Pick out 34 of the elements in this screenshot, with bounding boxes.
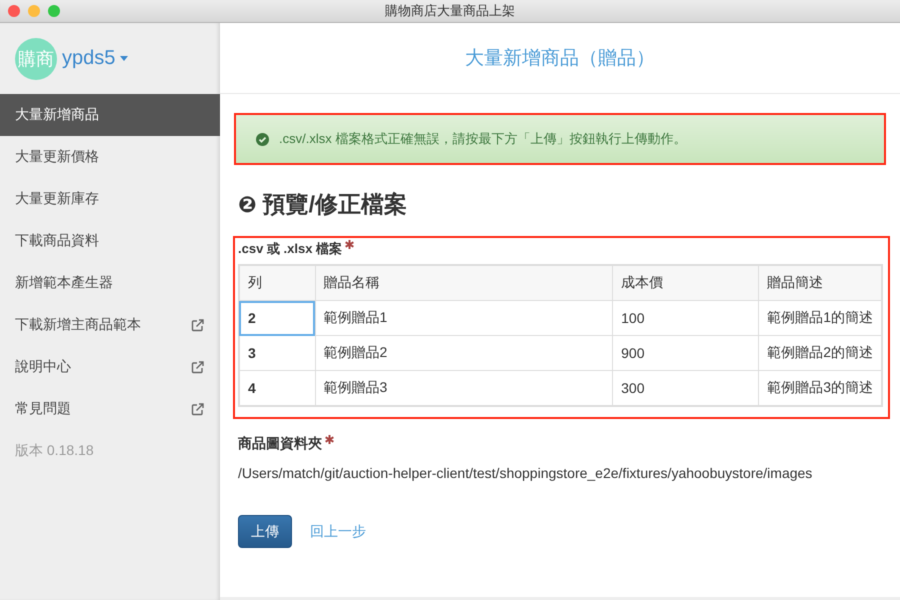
minimize-button[interactable] xyxy=(28,5,40,17)
check-circle-icon xyxy=(256,132,269,146)
field-label: 商品圖資料夾 xyxy=(238,435,322,453)
table-cell[interactable]: 2 xyxy=(239,300,315,336)
upload-button[interactable]: 上傳 xyxy=(238,515,292,548)
sidebar-item[interactable]: 大量更新庫存 xyxy=(0,178,220,220)
sidebar-item[interactable]: 說明中心 xyxy=(0,346,220,388)
window-title: 購物商店大量商品上架 xyxy=(385,2,515,20)
alert-message: .csv/.xlsx 檔案格式正確無誤，請按最下方「上傳」按鈕執行上傳動作。 xyxy=(279,130,686,148)
table-cell[interactable]: 3 xyxy=(239,336,315,370)
table-cell[interactable]: 範例贈品1 xyxy=(315,300,613,336)
sidebar-item[interactable]: 大量新增商品 xyxy=(0,94,220,136)
table-cell[interactable]: 100 xyxy=(612,300,759,336)
sidebar-item[interactable]: 下載商品資料 xyxy=(0,220,220,262)
sidebar-item[interactable]: 下載新增主商品範本 xyxy=(0,304,220,346)
avatar: 購商 xyxy=(15,38,57,80)
column-header: 贈品名稱 xyxy=(315,265,613,300)
page-title: 大量新增商品（贈品） xyxy=(465,47,655,71)
table-cell[interactable]: 900 xyxy=(612,336,759,370)
sidebar-item[interactable]: 新增範本產生器 xyxy=(0,262,220,304)
version-label: 版本 0.18.18 xyxy=(14,441,95,460)
section-heading: 預覽/修正檔案 xyxy=(262,190,408,219)
column-header: 贈品簡述 xyxy=(758,265,882,300)
sidebar-item[interactable]: 大量更新價格 xyxy=(0,136,220,178)
zoom-button[interactable] xyxy=(48,5,60,17)
column-header: 成本價 xyxy=(612,265,759,300)
caret-icon xyxy=(120,56,128,61)
field-label: .csv 或 .xlsx 檔案 xyxy=(238,240,342,258)
sidebar-item[interactable]: 常見問題 xyxy=(0,388,220,430)
table-cell[interactable]: 範例贈品2 xyxy=(315,336,613,370)
step-number: ❷ xyxy=(238,192,257,218)
column-header: 列 xyxy=(239,265,315,300)
folder-path: /Users/match/git/auction-helper-client/test/shoppingstore_e2e/fixtures/yahoobuystore/images xyxy=(238,465,814,481)
close-button[interactable] xyxy=(8,5,20,17)
